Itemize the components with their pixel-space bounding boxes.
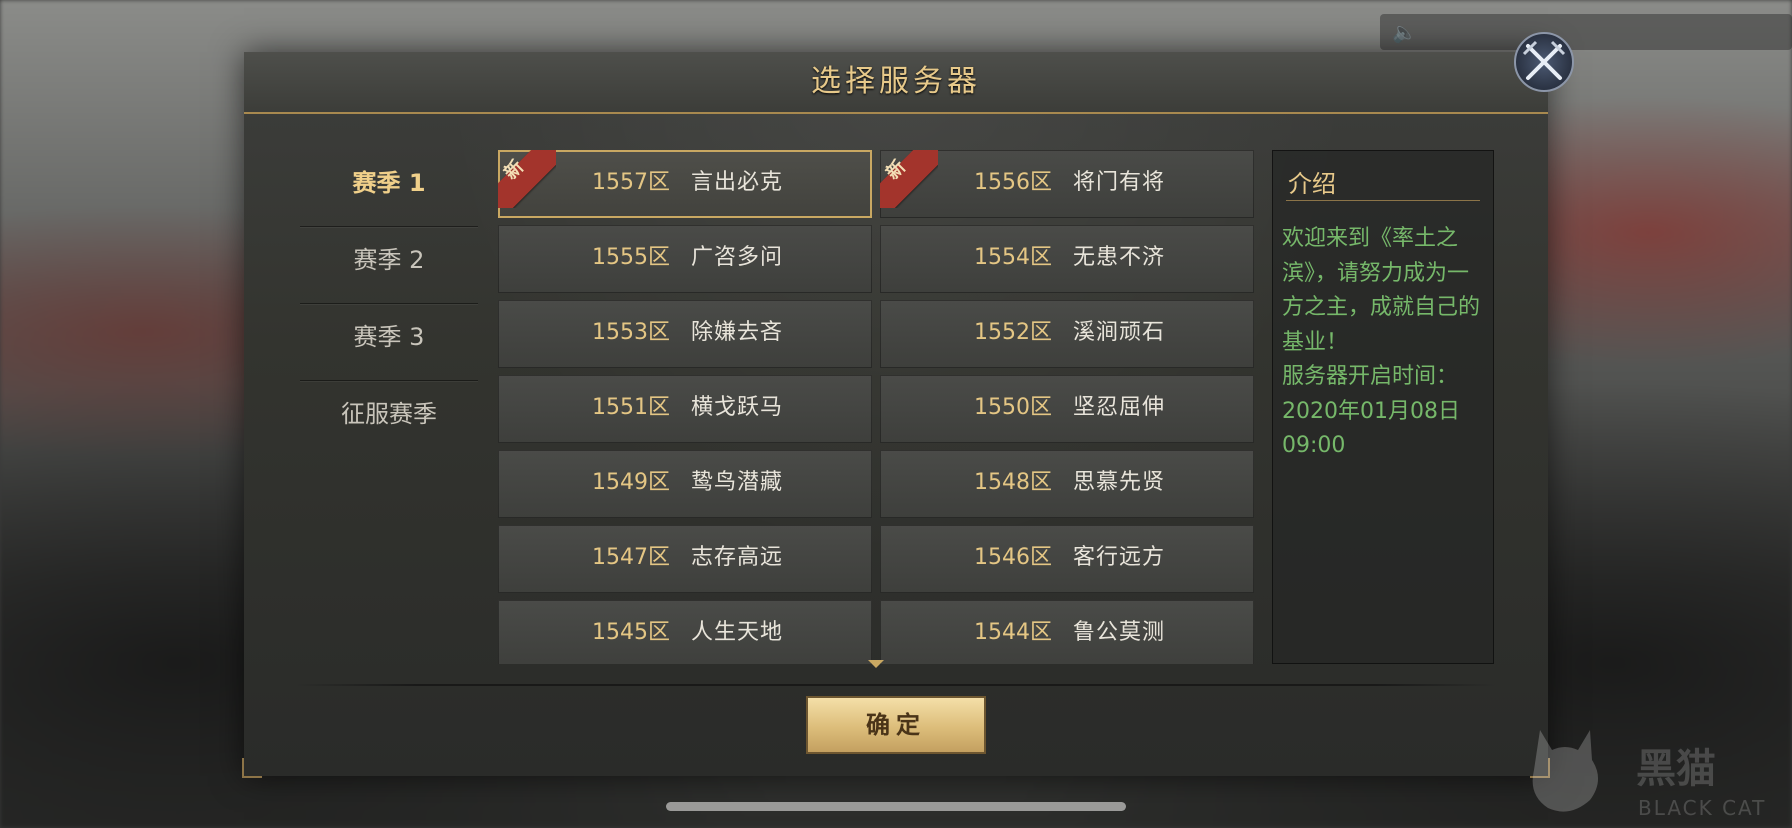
server-item[interactable]: 1544区 鲁公莫测 (880, 600, 1254, 664)
tab-season-3[interactable]: 赛季 3 (300, 304, 478, 381)
server-name: 将门有将 (1073, 170, 1166, 195)
server-zone: 1553区 (592, 320, 670, 345)
new-badge: 新 (880, 150, 938, 208)
server-name: 人生天地 (691, 620, 784, 645)
server-list[interactable]: 新 1557区 言出必克 新 1556区 将门有将 1555区 广咨多问 155… (498, 150, 1256, 664)
season-tabs: 赛季 1 赛季 2 赛季 3 征服赛季 (300, 150, 478, 457)
server-name: 思慕先贤 (1073, 470, 1166, 495)
server-name: 坚忍屈伸 (1073, 395, 1166, 420)
dialog-title: 选择服务器 (811, 64, 981, 99)
server-name: 鲁公莫测 (1073, 620, 1166, 645)
corner-ornament (242, 758, 262, 778)
server-zone: 1545区 (592, 620, 670, 645)
open-time-value: 2020年01月08日 09:00 (1282, 398, 1460, 459)
server-zone: 1552区 (974, 320, 1052, 345)
server-item[interactable]: 1548区 思慕先贤 (880, 450, 1254, 518)
crossed-swords-close-icon (1522, 40, 1566, 80)
footer-divider (296, 684, 1496, 686)
server-zone: 1556区 (974, 170, 1052, 195)
server-item[interactable]: 新 1556区 将门有将 (880, 150, 1254, 218)
server-name: 除嫌去吝 (691, 320, 784, 345)
server-item[interactable]: 1550区 坚忍屈伸 (880, 375, 1254, 443)
server-name: 志存高远 (691, 545, 784, 570)
intro-divider (1286, 200, 1480, 201)
server-item[interactable]: 1554区 无患不济 (880, 225, 1254, 293)
server-name: 无患不济 (1073, 245, 1166, 270)
server-zone: 1549区 (592, 470, 670, 495)
tab-conquest-season[interactable]: 征服赛季 (300, 381, 478, 457)
tab-season-2[interactable]: 赛季 2 (300, 227, 478, 304)
black-cat-logo-icon (1532, 730, 1599, 812)
server-item[interactable]: 1551区 横戈跃马 (498, 375, 872, 443)
server-item[interactable]: 1552区 溪涧顽石 (880, 300, 1254, 368)
scroll-down-indicator (868, 660, 884, 668)
server-item[interactable]: 1547区 志存高远 (498, 525, 872, 593)
intro-panel: 介绍 欢迎来到《率土之滨》，请努力成为一方之主，成就自己的基业！ 服务器开启时间… (1272, 150, 1494, 664)
open-time-label: 服务器开启时间： (1282, 364, 1459, 389)
server-name: 横戈跃马 (691, 395, 784, 420)
server-item[interactable]: 1553区 除嫌去吝 (498, 300, 872, 368)
tab-season-1[interactable]: 赛季 1 (300, 150, 478, 227)
server-name: 溪涧顽石 (1073, 320, 1166, 345)
close-button[interactable] (1514, 32, 1574, 92)
server-zone: 1550区 (974, 395, 1052, 420)
server-item[interactable]: 1549区 鸷鸟潜藏 (498, 450, 872, 518)
watermark-text: 黑猫 (1636, 746, 1716, 792)
server-name: 言出必克 (691, 170, 784, 195)
speaker-icon: 🔈 (1392, 20, 1417, 44)
new-badge: 新 (498, 150, 556, 208)
server-item[interactable]: 1545区 人生天地 (498, 600, 872, 664)
server-name: 鸷鸟潜藏 (691, 470, 784, 495)
intro-text: 欢迎来到《率土之滨》，请努力成为一方之主，成就自己的基业！ 服务器开启时间： 2… (1282, 222, 1486, 464)
confirm-button[interactable]: 确定 (806, 696, 986, 754)
intro-title: 介绍 (1288, 170, 1336, 198)
server-zone: 1544区 (974, 620, 1052, 645)
watermark-subtext: BLACK CAT (1638, 796, 1767, 820)
home-indicator[interactable] (666, 802, 1126, 811)
top-notification-bar (1380, 14, 1792, 50)
server-zone: 1547区 (592, 545, 670, 570)
server-item[interactable]: 1555区 广咨多问 (498, 225, 872, 293)
server-zone: 1548区 (974, 470, 1052, 495)
intro-welcome: 欢迎来到《率土之滨》，请努力成为一方之主，成就自己的基业！ (1282, 226, 1481, 355)
server-zone: 1546区 (974, 545, 1052, 570)
server-zone: 1557区 (592, 170, 670, 195)
server-zone: 1554区 (974, 245, 1052, 270)
server-item[interactable]: 1546区 客行远方 (880, 525, 1254, 593)
server-name: 客行远方 (1073, 545, 1166, 570)
server-zone: 1551区 (592, 395, 670, 420)
server-item[interactable]: 新 1557区 言出必克 (498, 150, 872, 218)
server-zone: 1555区 (592, 245, 670, 270)
server-name: 广咨多问 (691, 245, 784, 270)
